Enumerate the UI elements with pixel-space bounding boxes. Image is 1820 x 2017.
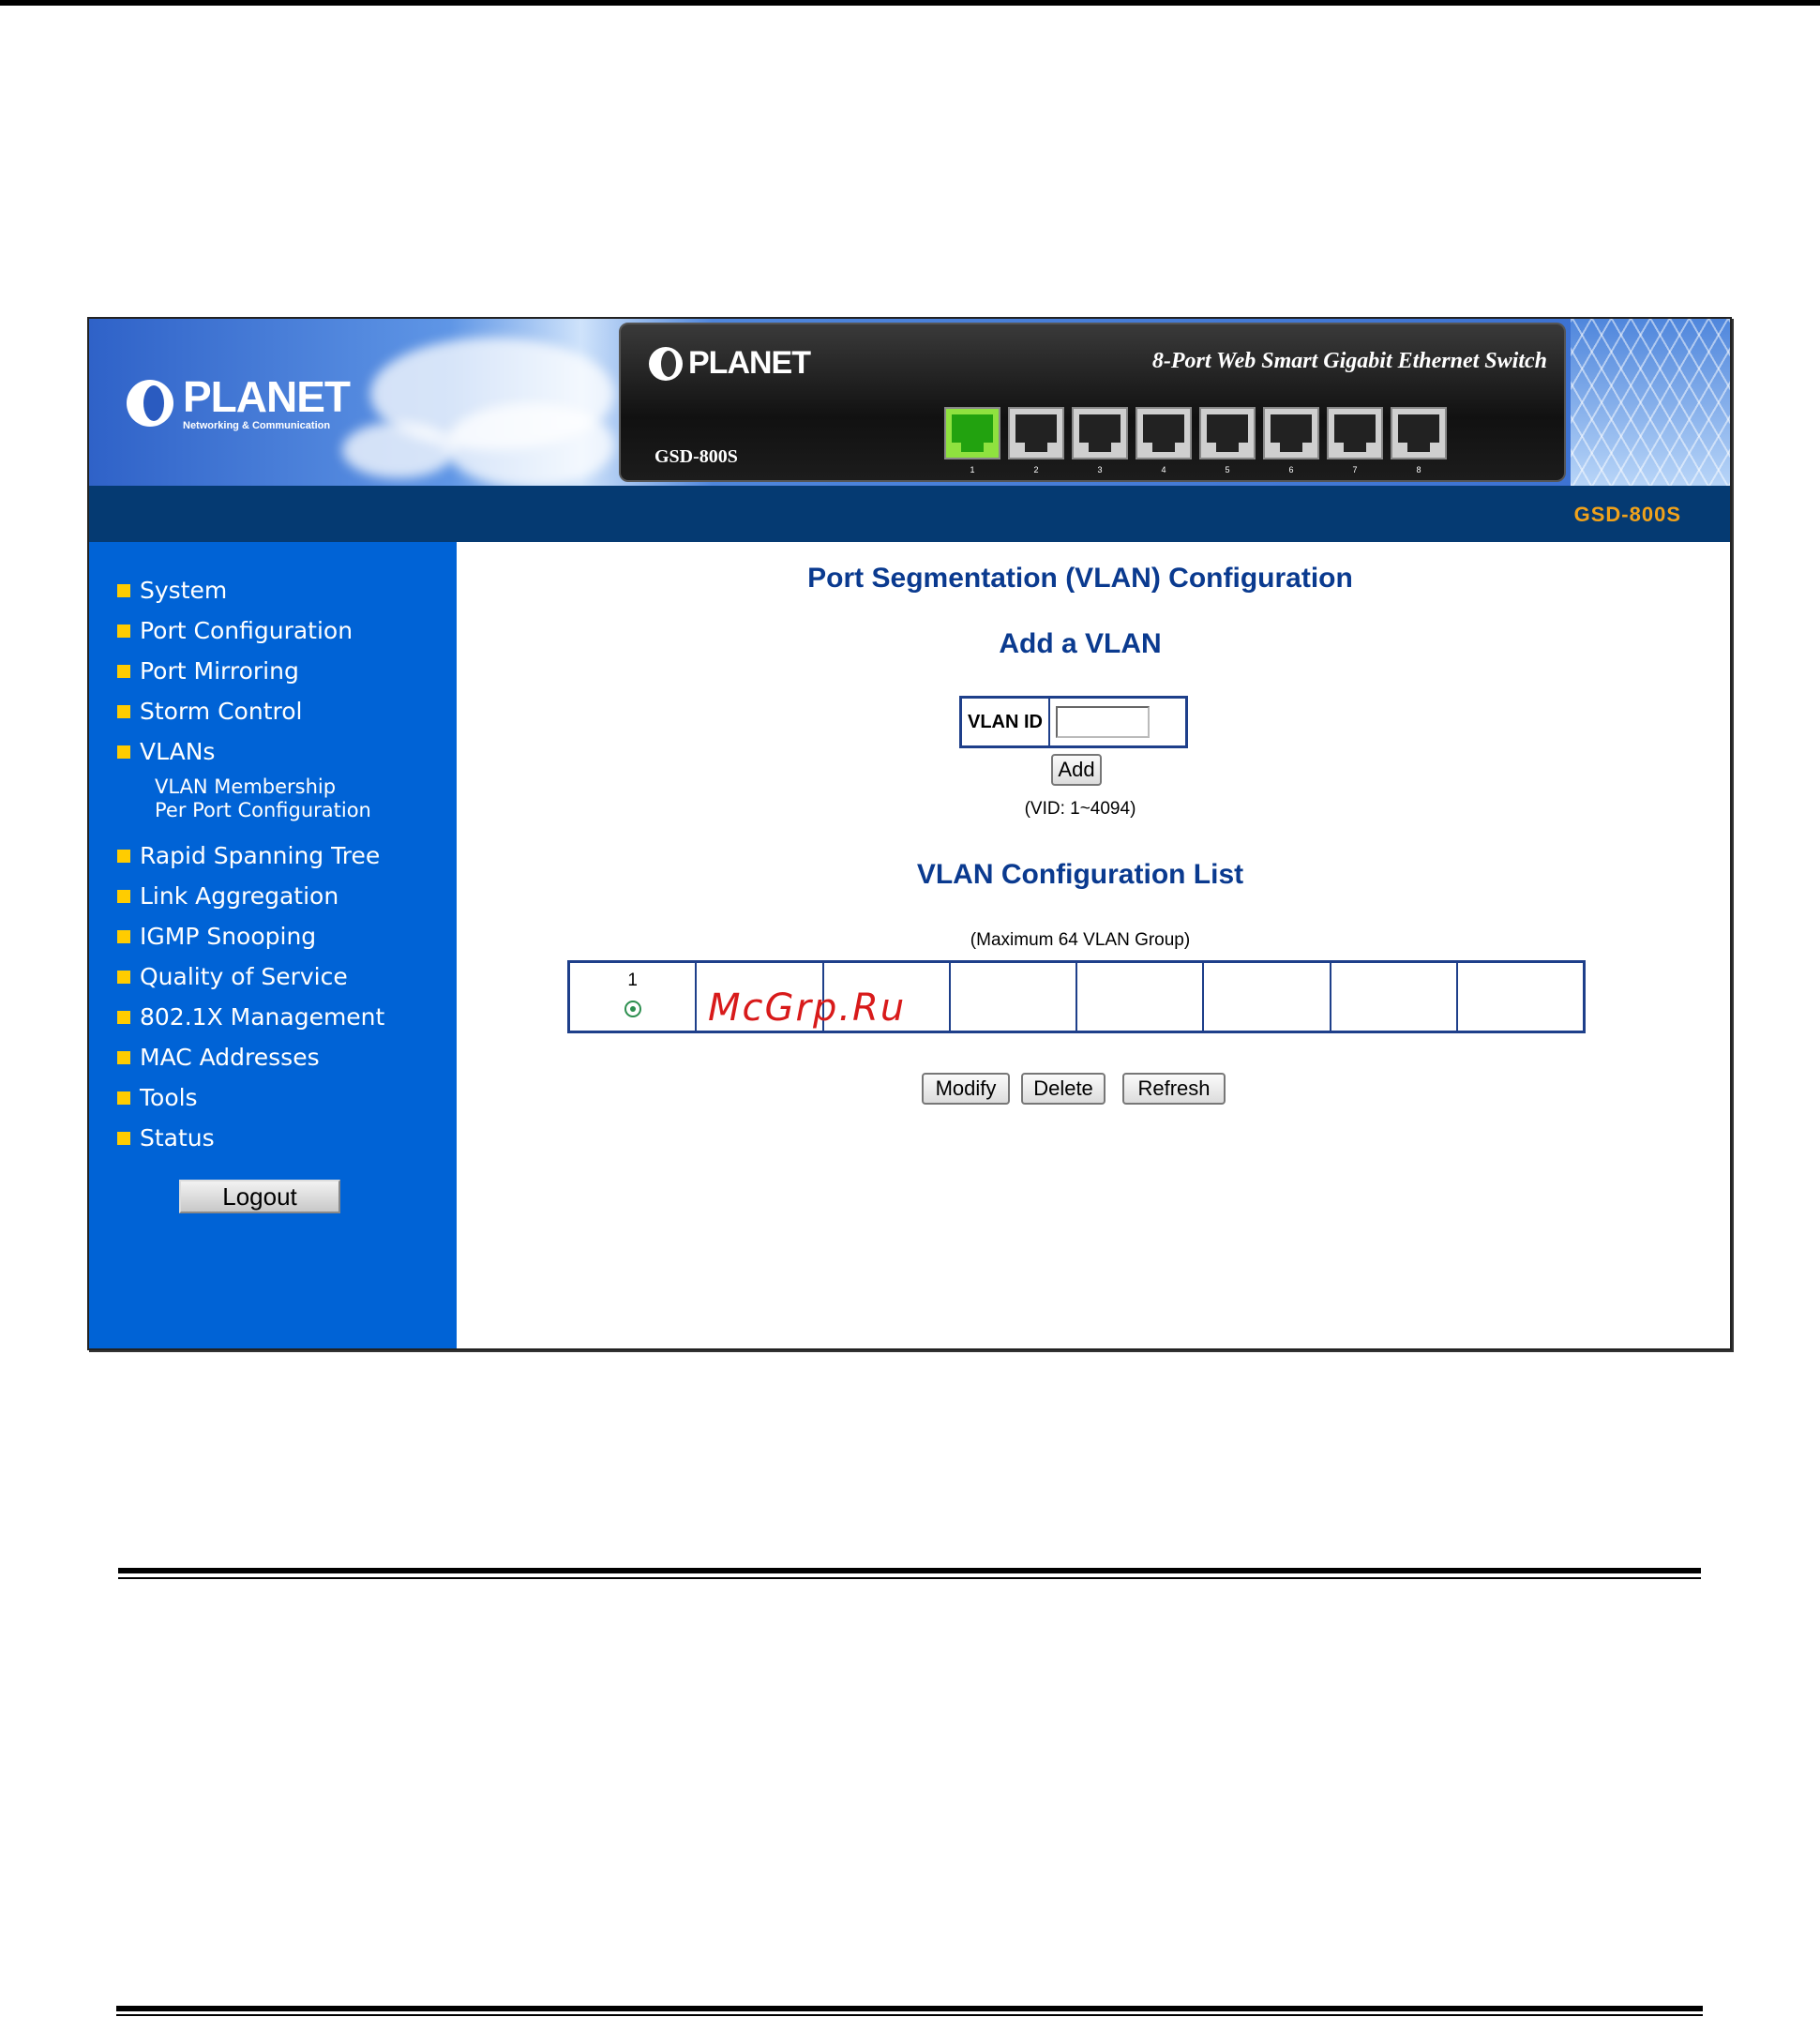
- watermark: McGrp.Ru: [708, 986, 907, 1030]
- sidebar-item-link-aggregation[interactable]: Link Aggregation: [117, 876, 384, 916]
- bullet-icon: [117, 583, 130, 597]
- vlan-id-label: VLAN ID: [962, 699, 1050, 745]
- page-title: Port Segmentation (VLAN) Configuration: [807, 563, 1353, 594]
- bullet-icon: [117, 704, 130, 718]
- banner: PLANET Networking & Communication PLANET…: [89, 319, 1730, 486]
- page-divider: [116, 2006, 1703, 2011]
- port-5-icon[interactable]: 5: [1199, 407, 1256, 474]
- bullet-icon: [117, 970, 130, 984]
- sidebar-item-status[interactable]: Status: [117, 1118, 384, 1158]
- sidebar-item-port-mirroring[interactable]: Port Mirroring: [117, 651, 384, 691]
- vid-range-hint: (VID: 1~4094): [1024, 799, 1136, 819]
- modify-button[interactable]: Modify: [922, 1073, 1010, 1105]
- vlan-select-radio[interactable]: [624, 1001, 641, 1017]
- page-divider: [116, 2014, 1703, 2016]
- vlan-cell: [1331, 963, 1458, 1031]
- planet-logo-icon: [127, 380, 173, 427]
- vlan-cell: [1204, 963, 1331, 1031]
- bullet-icon: [117, 889, 130, 903]
- vlan-cell: [1458, 963, 1583, 1031]
- max-vlan-hint: (Maximum 64 VLAN Group): [970, 930, 1191, 950]
- vlan-cell: [951, 963, 1077, 1031]
- sidebar-subitem-vlan-membership[interactable]: VLAN Membership: [155, 775, 384, 799]
- bullet-icon: [117, 1131, 130, 1145]
- page-divider: [118, 1577, 1701, 1579]
- port-1-icon[interactable]: 1: [944, 407, 1000, 474]
- add-vlan-heading: Add a VLAN: [999, 628, 1162, 659]
- sidebar-nav: System Port Configuration Port Mirroring…: [117, 570, 384, 1158]
- port-8-icon[interactable]: 8: [1391, 407, 1447, 474]
- switch-front-panel: PLANET 8-Port Web Smart Gigabit Ethernet…: [619, 323, 1566, 482]
- model-bar: GSD-800S: [89, 486, 1730, 542]
- port-7-icon[interactable]: 7: [1327, 407, 1383, 474]
- delete-button[interactable]: Delete: [1021, 1073, 1106, 1105]
- main-content: Port Segmentation (VLAN) Configuration A…: [457, 542, 1730, 1348]
- sidebar-item-storm-control[interactable]: Storm Control: [117, 691, 384, 731]
- brand-tagline: Networking & Communication: [183, 420, 331, 431]
- vlan-id-form: VLAN ID: [959, 696, 1188, 748]
- app-window: PLANET Networking & Communication PLANET…: [87, 317, 1732, 1350]
- page-top-rule: [0, 0, 1820, 6]
- page-divider: [118, 1568, 1701, 1573]
- bullet-icon: [117, 1010, 130, 1024]
- sidebar-item-system[interactable]: System: [117, 570, 384, 610]
- panel-brand: PLANET: [688, 345, 811, 381]
- sidebar-item-rapid-spanning-tree[interactable]: Rapid Spanning Tree: [117, 835, 384, 876]
- banner-globe-graphic: [1571, 319, 1730, 486]
- brand-name: PLANET: [183, 372, 351, 421]
- sidebar-item-quality-of-service[interactable]: Quality of Service: [117, 956, 384, 997]
- vlan-cell[interactable]: 1: [570, 963, 698, 1031]
- bullet-icon: [117, 664, 130, 678]
- panel-logo: PLANET: [649, 345, 811, 382]
- device-title: 8-Port Web Smart Gigabit Ethernet Switch: [1151, 349, 1547, 373]
- port-2-icon[interactable]: 2: [1008, 407, 1064, 474]
- sidebar-item-port-configuration[interactable]: Port Configuration: [117, 610, 384, 651]
- sidebar-item-vlans[interactable]: VLANs: [117, 731, 384, 772]
- port-4-icon[interactable]: 4: [1136, 407, 1192, 474]
- vlan-id-value: 1: [627, 971, 638, 990]
- refresh-button[interactable]: Refresh: [1122, 1073, 1226, 1105]
- vlan-cell: [1077, 963, 1205, 1031]
- port-6-icon[interactable]: 6: [1263, 407, 1319, 474]
- sidebar-subitem-per-port-configuration[interactable]: Per Port Configuration: [155, 799, 384, 822]
- bullet-icon: [117, 1091, 130, 1105]
- vlan-id-input[interactable]: [1056, 706, 1150, 738]
- sidebar-item-mac-addresses[interactable]: MAC Addresses: [117, 1037, 384, 1077]
- bullet-icon: [117, 849, 130, 863]
- device-model: GSD-800S: [654, 446, 738, 467]
- port-panel: 1 2 3 4 5 6 7 8: [944, 407, 1447, 474]
- port-3-icon[interactable]: 3: [1072, 407, 1128, 474]
- bullet-icon: [117, 745, 130, 759]
- planet-logo[interactable]: PLANET Networking & Communication: [127, 372, 351, 431]
- bullet-icon: [117, 624, 130, 638]
- panel-logo-icon: [649, 346, 683, 381]
- sidebar-item-igmp-snooping[interactable]: IGMP Snooping: [117, 916, 384, 956]
- sidebar-item-8021x-management[interactable]: 802.1X Management: [117, 997, 384, 1037]
- sidebar-item-tools[interactable]: Tools: [117, 1077, 384, 1118]
- logout-button[interactable]: Logout: [179, 1180, 340, 1213]
- vlan-list-heading: VLAN Configuration List: [916, 859, 1244, 890]
- sidebar: System Port Configuration Port Mirroring…: [89, 542, 457, 1348]
- bullet-icon: [117, 929, 130, 943]
- model-label: GSD-800S: [1573, 503, 1681, 526]
- sidebar-vlan-submenu: VLAN Membership Per Port Configuration: [117, 775, 384, 822]
- bullet-icon: [117, 1050, 130, 1064]
- add-vlan-button[interactable]: Add: [1051, 754, 1102, 786]
